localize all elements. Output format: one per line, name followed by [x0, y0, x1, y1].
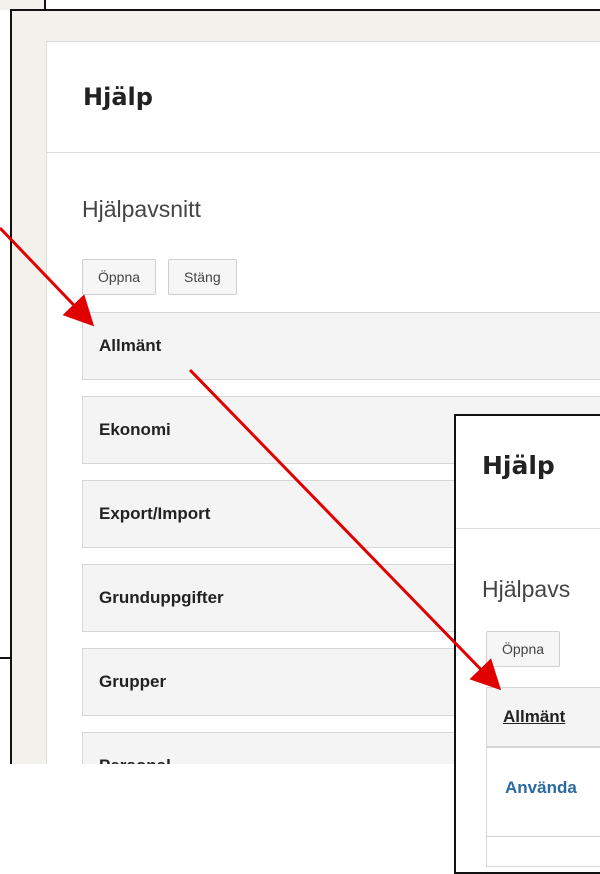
section-heading: Hjälpavsnitt	[82, 196, 201, 222]
close-all-button[interactable]: Stäng	[168, 259, 237, 295]
overlay-header: Hjälp	[456, 416, 600, 529]
accordion-controls: Öppna Stäng	[82, 259, 237, 295]
panel-header: Hjälp	[47, 42, 600, 153]
open-all-button[interactable]: Öppna	[82, 259, 157, 295]
accordion-item-allmant[interactable]: Allmänt	[82, 312, 600, 380]
page-title: Hjälp	[83, 83, 153, 111]
accordion-body: Använda	[486, 747, 600, 867]
overlay-section-heading: Hjälpavs	[482, 576, 571, 602]
white-cover	[0, 764, 456, 863]
overlay-open-all-button[interactable]: Öppna	[486, 631, 561, 667]
accordion-item-allmant-expanded[interactable]: Allmänt	[486, 687, 600, 747]
help-panel-expanded: Hjälp Hjälpavs Öppna Allmänt Använda	[454, 414, 600, 874]
divider	[0, 657, 10, 659]
divider	[487, 836, 600, 837]
overlay-title: Hjälp	[482, 451, 555, 480]
help-link-anvanda[interactable]: Använda	[505, 778, 577, 798]
